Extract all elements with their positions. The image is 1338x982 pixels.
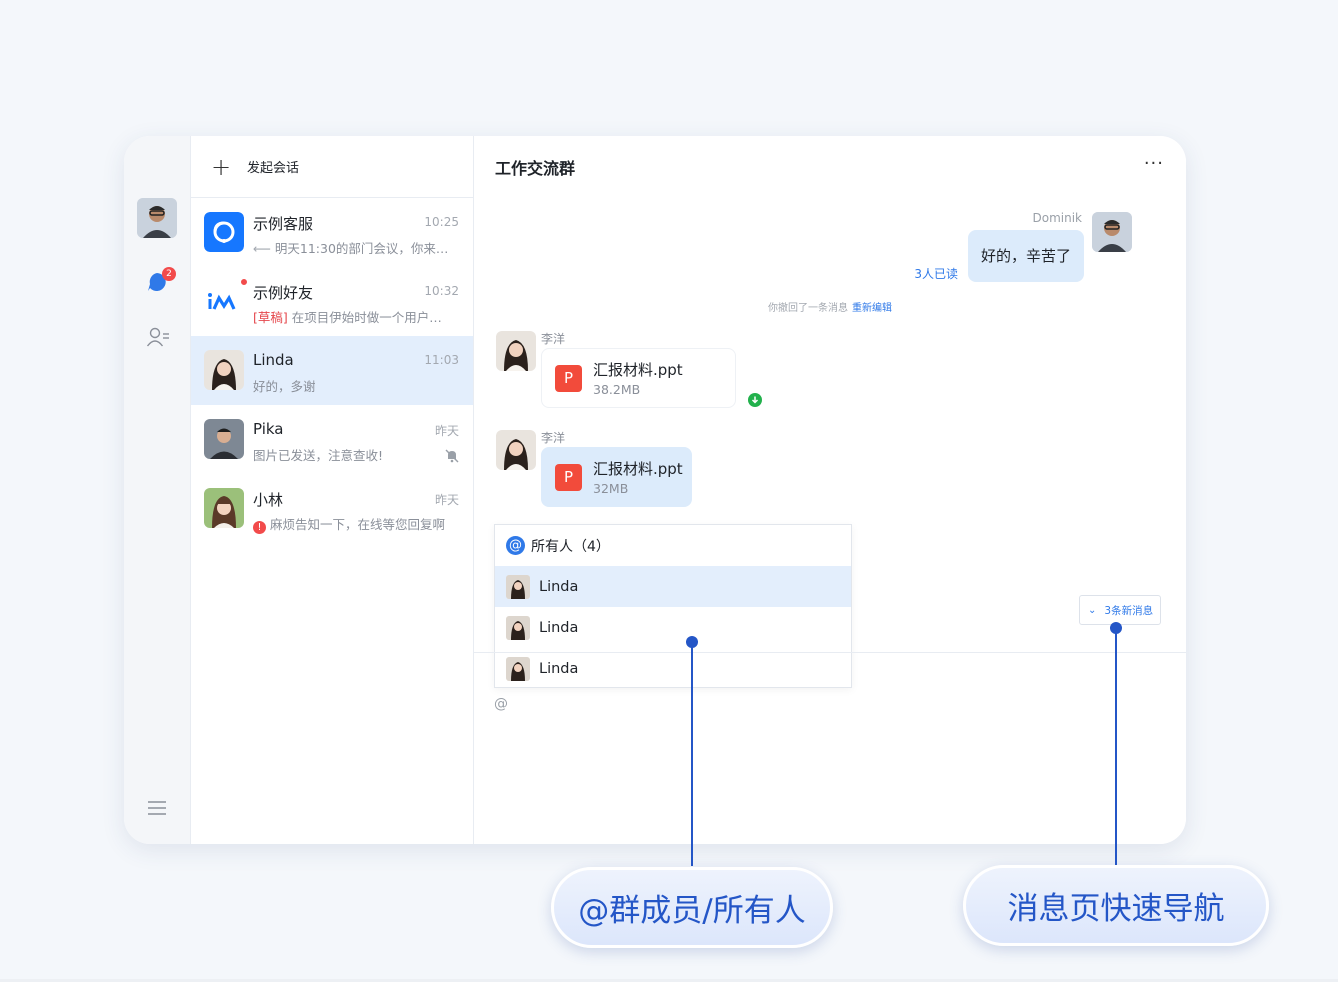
xiaolin-avatar xyxy=(204,488,244,528)
conversation-preview: 图片已发送，注意查收! xyxy=(253,448,384,463)
new-conversation-button[interactable]: + 发起会话 xyxy=(191,136,473,198)
dominik-avatar[interactable] xyxy=(1092,212,1132,252)
sender-name: 李洋 xyxy=(541,332,566,346)
callout-line xyxy=(1115,628,1117,866)
unread-dot xyxy=(240,278,248,286)
message-input[interactable]: @ xyxy=(494,696,508,712)
download-done-icon xyxy=(748,392,762,411)
reply-icon: ⟵ xyxy=(253,241,275,256)
mention-all-option[interactable]: @ 所有人（4） xyxy=(495,525,851,566)
callout-mention-members: @群成员/所有人 xyxy=(551,867,833,948)
chat-title: 工作交流群 xyxy=(495,159,576,178)
mention-member-option[interactable]: Linda xyxy=(495,648,851,689)
member-avatar xyxy=(506,656,530,681)
callout-line xyxy=(691,642,693,866)
member-name: Linda xyxy=(539,578,579,595)
mute-icon xyxy=(445,448,459,467)
liyang-avatar[interactable] xyxy=(496,430,536,470)
conversation-name: 小林 xyxy=(253,491,284,509)
file-name: 汇报材料.ppt xyxy=(593,460,683,478)
conversation-item[interactable]: 小林 昨天 ! 麻烦告知一下，在线等您回复啊 xyxy=(191,474,473,543)
app-window: 2 + 发起会话 示例客服 10:25 ⟵ 明天11:30的部门会议，你来… 示 xyxy=(124,136,1186,844)
re-edit-link[interactable]: 重新编辑 xyxy=(852,303,892,314)
conversation-item[interactable]: 示例好友 10:32 [草稿] 在项目伊始时做一个用户… xyxy=(191,267,473,336)
conversation-name: Linda xyxy=(253,351,294,369)
conversation-preview: 好的，多谢 xyxy=(253,379,316,394)
file-size: 38.2MB xyxy=(593,382,641,397)
conversation-time: 10:25 xyxy=(424,215,459,229)
mention-member-option[interactable]: Linda xyxy=(495,607,851,648)
file-name: 汇报材料.ppt xyxy=(593,361,683,379)
service-avatar xyxy=(204,212,244,252)
conversation-item[interactable]: 示例客服 10:25 ⟵ 明天11:30的部门会议，你来… xyxy=(191,198,473,267)
mention-member-option[interactable]: Linda xyxy=(495,566,851,607)
at-icon: @ xyxy=(506,536,525,555)
menu-icon[interactable] xyxy=(147,800,167,820)
conversation-preview: [草稿] 在项目伊始时做一个用户… xyxy=(253,307,458,326)
conversation-time: 昨天 xyxy=(434,424,459,438)
nav-rail: 2 xyxy=(124,136,191,844)
conversation-time: 11:03 xyxy=(424,353,459,367)
recall-text: 你撤回了一条消息 xyxy=(768,303,848,314)
pika-avatar xyxy=(204,419,244,459)
error-icon: ! xyxy=(253,521,266,534)
conversation-name: 示例客服 xyxy=(253,215,314,233)
file-message-card-uploading[interactable]: P 汇报材料.ppt 32MB xyxy=(541,447,692,507)
preview-text: 明天11:30的部门会议，你来… xyxy=(274,241,449,256)
draft-tag: [草稿] xyxy=(253,310,288,325)
ppt-file-icon: P xyxy=(555,464,582,491)
conversation-preview: ⟵ 明天11:30的部门会议，你来… xyxy=(253,238,458,257)
member-name: Linda xyxy=(539,660,579,677)
callout-quick-navigation: 消息页快速导航 xyxy=(963,865,1269,946)
plus-icon: + xyxy=(211,152,232,181)
file-message-card[interactable]: P 汇报材料.ppt 38.2MB xyxy=(541,348,736,408)
new-conversation-label: 发起会话 xyxy=(247,161,300,176)
conversation-name: Pika xyxy=(253,420,284,438)
ppt-file-icon: P xyxy=(555,365,582,392)
input-divider xyxy=(474,652,1186,653)
member-name: Linda xyxy=(539,619,579,636)
conversation-item-active[interactable]: Linda 11:03 好的，多谢 xyxy=(191,336,473,405)
liyang-avatar[interactable] xyxy=(496,331,536,371)
contacts-icon[interactable] xyxy=(146,326,170,352)
linda-avatar xyxy=(204,350,244,390)
read-status[interactable]: 3人已读 xyxy=(914,265,958,282)
new-messages-button[interactable]: ⌄ 3条新消息 xyxy=(1079,595,1162,625)
member-avatar xyxy=(506,574,530,599)
my-avatar[interactable] xyxy=(137,198,177,238)
conversation-item[interactable]: Pika 昨天 图片已发送，注意查收! xyxy=(191,405,473,474)
im-logo-avatar xyxy=(204,281,244,321)
file-size: 32MB xyxy=(593,481,629,496)
more-icon[interactable]: ··· xyxy=(1144,153,1164,174)
conversation-preview: ! 麻烦告知一下，在线等您回复啊 xyxy=(253,514,458,534)
member-avatar xyxy=(506,615,530,640)
preview-text: 麻烦告知一下，在线等您回复啊 xyxy=(270,517,446,532)
double-chevron-down-icon: ⌄ xyxy=(1088,604,1097,616)
chat-panel: 工作交流群 ··· Dominik 好的，辛苦了 3人已读 你撤回了一条消息 重新… xyxy=(474,136,1186,844)
recall-notice: 你撤回了一条消息 重新编辑 xyxy=(474,299,1186,314)
unread-badge: 2 xyxy=(162,267,176,281)
mention-picker: @ 所有人（4） Linda Linda Linda xyxy=(494,524,852,688)
new-messages-label: 3条新消息 xyxy=(1104,604,1154,617)
sender-name: Dominik xyxy=(1032,211,1083,225)
conversation-list: + 发起会话 示例客服 10:25 ⟵ 明天11:30的部门会议，你来… 示例好… xyxy=(191,136,474,844)
conversation-time: 昨天 xyxy=(434,493,459,507)
conversation-name: 示例好友 xyxy=(253,284,314,302)
outgoing-message-bubble[interactable]: 好的，辛苦了 xyxy=(967,230,1084,282)
sender-name: 李洋 xyxy=(541,431,566,445)
mention-all-label: 所有人（4） xyxy=(531,538,610,555)
preview-text: 在项目伊始时做一个用户… xyxy=(291,310,442,325)
conversation-time: 10:32 xyxy=(424,284,459,298)
